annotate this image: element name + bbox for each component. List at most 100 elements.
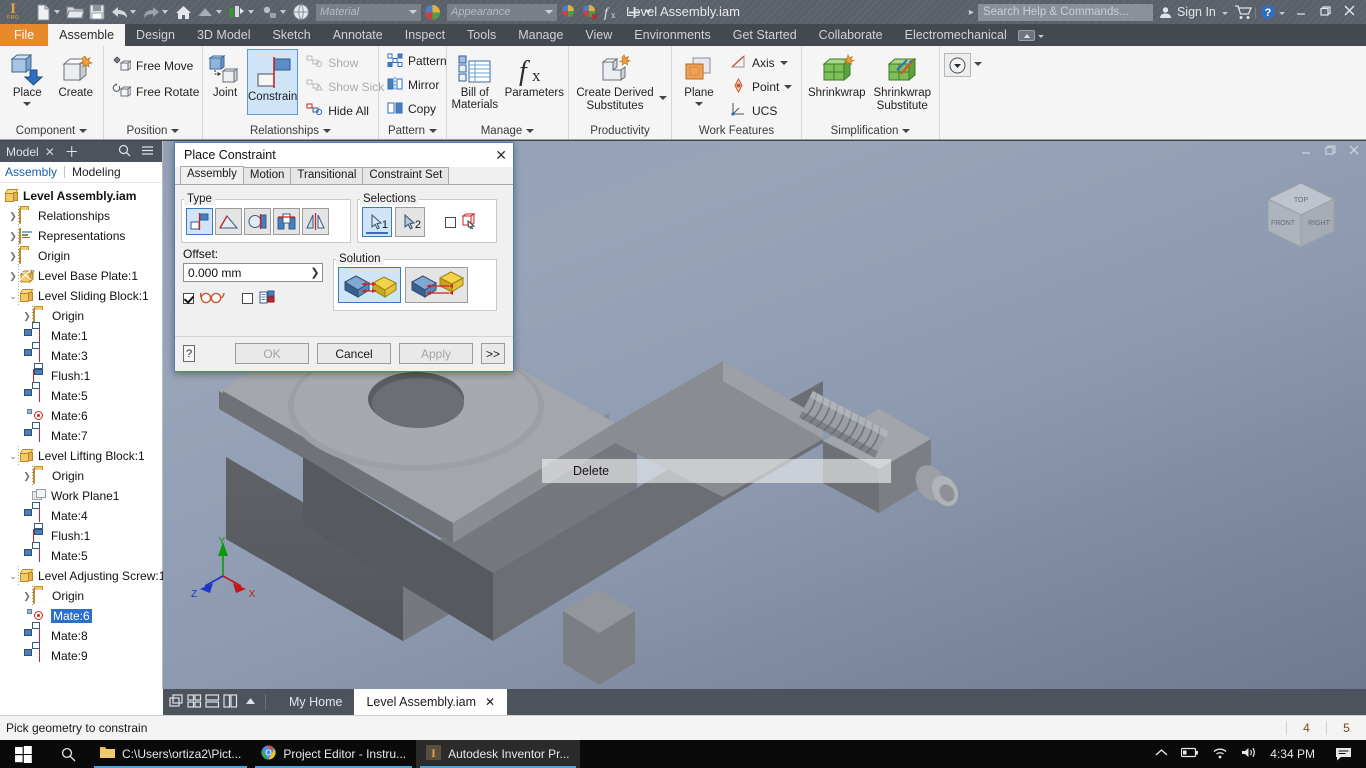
- close-button[interactable]: [1343, 4, 1356, 20]
- constraint-type-tangent-button[interactable]: [244, 208, 271, 235]
- more-button[interactable]: >>: [481, 343, 505, 364]
- shrinkwrap-substitute-button[interactable]: Shrinkwrap Substitute: [870, 49, 935, 113]
- select-icon[interactable]: [258, 1, 280, 23]
- pick-part-first-checkbox[interactable]: [445, 217, 456, 228]
- new-file-dropdown-icon[interactable]: [54, 10, 60, 14]
- productivity-dropdown-icon[interactable]: [659, 96, 667, 100]
- grid-icon[interactable]: [187, 694, 202, 711]
- offset-input[interactable]: 0.000 mm ❯: [183, 263, 323, 282]
- solution-mate-button[interactable]: [338, 267, 401, 303]
- battery-icon[interactable]: [1181, 747, 1199, 761]
- tab-annotate[interactable]: Annotate: [322, 24, 394, 46]
- appearance-sphere-icon[interactable]: [290, 1, 312, 23]
- tab-electromechanical[interactable]: Electromechanical: [894, 24, 1018, 46]
- expand-expanded-icon[interactable]: ⌄: [8, 571, 18, 582]
- tree-node-origin-screw[interactable]: ❯ Origin: [0, 586, 162, 606]
- horizontal-split-icon[interactable]: [205, 694, 220, 711]
- tab-file[interactable]: File: [0, 24, 48, 46]
- taskbar-search-icon[interactable]: [46, 747, 90, 762]
- tree-node-flush-1-lifting[interactable]: Flush:1: [0, 526, 162, 546]
- group-expand-icon[interactable]: [429, 129, 437, 133]
- notification-icon[interactable]: [1328, 747, 1358, 761]
- clear-appearance-icon[interactable]: [579, 1, 601, 23]
- predict-offset-checkbox[interactable]: [242, 293, 253, 304]
- axis-button[interactable]: Axis: [726, 51, 796, 75]
- tab-get-started[interactable]: Get Started: [722, 24, 808, 46]
- add-qat-icon[interactable]: [623, 1, 645, 23]
- show-sick-button[interactable]: Show Sick: [302, 75, 388, 99]
- selection-1-button[interactable]: 1: [362, 207, 392, 237]
- redo-icon[interactable]: [140, 1, 162, 23]
- context-menu-item-delete[interactable]: Delete: [542, 464, 609, 478]
- search-expand-icon[interactable]: ▸: [969, 7, 974, 18]
- create-derived-substitutes-button[interactable]: Create Derived Substitutes: [573, 49, 657, 113]
- tree-node-mate-5-lifting[interactable]: Mate:5: [0, 546, 162, 566]
- ucs-button[interactable]: UCS: [726, 99, 796, 123]
- search-icon[interactable]: [118, 144, 131, 160]
- redo-dropdown-icon[interactable]: [162, 10, 168, 14]
- sign-in-button[interactable]: Sign In: [1153, 5, 1222, 19]
- tab-environments[interactable]: Environments: [623, 24, 721, 46]
- appearance-combo[interactable]: Appearance: [447, 4, 557, 21]
- point-dropdown-icon[interactable]: [784, 85, 792, 89]
- free-move-button[interactable]: Free Move: [108, 54, 197, 78]
- color-wheel-icon[interactable]: [421, 1, 443, 23]
- tree-node-mate-6-screw[interactable]: Mate:6: [0, 606, 162, 626]
- taskbar-item-chrome[interactable]: Project Editor - Instru...: [251, 740, 416, 768]
- context-menu[interactable]: Delete: [542, 459, 891, 483]
- tree-node-assembly-root[interactable]: Level Assembly.iam: [0, 186, 162, 206]
- group-expand-icon[interactable]: [171, 129, 179, 133]
- copy-button[interactable]: Copy: [383, 98, 440, 120]
- convert-dropdown-icon[interactable]: [974, 62, 982, 66]
- tab-design[interactable]: Design: [125, 24, 186, 46]
- selection-2-button[interactable]: 2: [395, 207, 425, 237]
- dialog-tab-assembly[interactable]: Assembly: [180, 166, 244, 184]
- dialog-tab-motion[interactable]: Motion: [243, 167, 292, 184]
- tab-manage[interactable]: Manage: [507, 24, 574, 46]
- close-icon[interactable]: ✕: [485, 695, 495, 709]
- return-icon[interactable]: [194, 1, 216, 23]
- open-folder-icon[interactable]: [64, 1, 86, 23]
- create-component-button[interactable]: Create: [53, 49, 100, 99]
- taskbar-item-inventor[interactable]: I Autodesk Inventor Pr...: [416, 740, 579, 768]
- undo-dropdown-icon[interactable]: [130, 10, 136, 14]
- cancel-button[interactable]: Cancel: [317, 343, 391, 364]
- show-preview-checkbox[interactable]: [183, 293, 194, 304]
- ribbon-display-dropdown-icon[interactable]: [1038, 35, 1044, 38]
- group-expand-icon[interactable]: [902, 129, 910, 133]
- tree-node-mate-9[interactable]: Mate:9: [0, 646, 162, 666]
- chevron-up-icon[interactable]: [1155, 747, 1168, 761]
- point-button[interactable]: Point: [726, 75, 796, 99]
- select-dropdown-icon[interactable]: [280, 10, 286, 14]
- help-question-icon[interactable]: ?: [183, 345, 195, 362]
- close-icon[interactable]: ✕: [495, 147, 507, 164]
- chevron-right-icon[interactable]: ❯: [308, 266, 322, 279]
- constraint-type-angle-button[interactable]: [215, 208, 242, 235]
- expand-collapsed-icon[interactable]: ❯: [8, 211, 18, 222]
- taskbar-clock[interactable]: 4:34 PM: [1270, 747, 1315, 761]
- expand-expanded-icon[interactable]: ⌄: [8, 451, 18, 462]
- constraint-type-insert-button[interactable]: [273, 208, 300, 235]
- save-icon[interactable]: [86, 1, 108, 23]
- adjust-appearance-icon[interactable]: [557, 1, 579, 23]
- restore-button[interactable]: [1319, 5, 1331, 20]
- ribbon-display-icon[interactable]: [1018, 30, 1035, 41]
- update-dropdown-icon[interactable]: [248, 10, 254, 14]
- browser-subtab-modeling[interactable]: Modeling: [72, 165, 121, 179]
- expand-collapsed-icon[interactable]: ❯: [22, 311, 32, 322]
- solution-flush-button[interactable]: [405, 267, 468, 303]
- tree-node-mate-1[interactable]: Mate:1: [0, 326, 162, 346]
- group-expand-icon[interactable]: [323, 129, 331, 133]
- tree-node-origin-sliding[interactable]: ❯ Origin: [0, 306, 162, 326]
- minimize-button[interactable]: [1295, 5, 1307, 20]
- tab-inspect[interactable]: Inspect: [394, 24, 456, 46]
- apply-button[interactable]: Apply: [399, 343, 473, 364]
- joint-button[interactable]: Joint: [207, 49, 243, 99]
- volume-icon[interactable]: [1241, 746, 1257, 762]
- free-rotate-button[interactable]: Free Rotate: [108, 80, 203, 104]
- home-icon[interactable]: [172, 1, 194, 23]
- help-dropdown-icon[interactable]: [1279, 12, 1285, 15]
- tree-node-flush-1-sliding[interactable]: Flush:1: [0, 366, 162, 386]
- tree-node-mate-6-sliding[interactable]: Mate:6: [0, 406, 162, 426]
- wifi-icon[interactable]: [1212, 746, 1228, 762]
